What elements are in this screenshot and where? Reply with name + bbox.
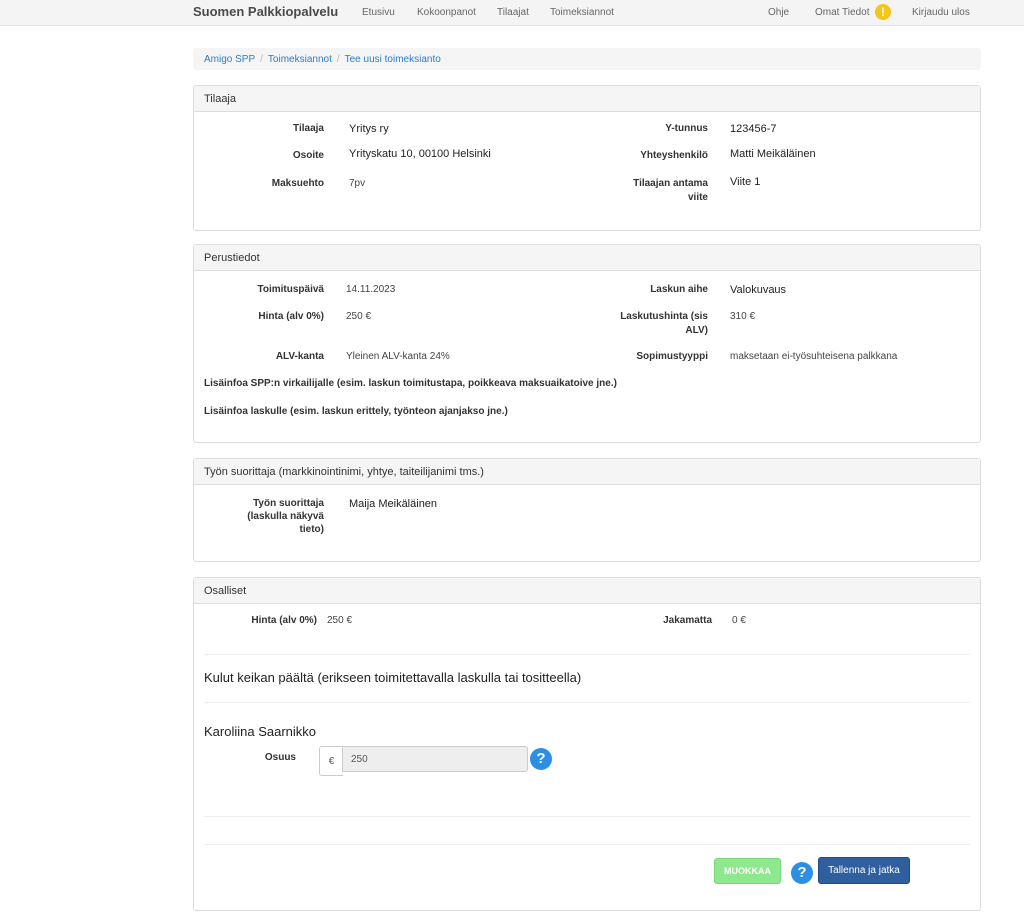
suorittaja-label-2: (laskulla näkyvä [247,511,324,522]
alv-kanta-value: Yleinen ALV-kanta 24% [346,351,450,362]
nav-etusivu[interactable]: Etusivu [362,7,395,18]
hinta-label: Hinta (alv 0%) [258,311,324,322]
save-continue-button[interactable]: Tallenna ja jatka [818,857,910,884]
lisainfo-lasku-label: Lisäinfoa laskulle (esim. laskun erittel… [204,406,508,417]
breadcrumb-home[interactable]: Amigo SPP [204,54,255,65]
perustiedot-panel: Perustiedot Toimituspäivä 14.11.2023 Las… [193,244,981,443]
nav-logout[interactable]: Kirjaudu ulos [912,7,970,18]
nav-toimeksiannot[interactable]: Toimeksiannot [550,7,614,18]
suorittaja-label-1: Työn suorittaja [253,498,324,509]
help-icon[interactable]: ? [530,748,552,770]
laskutushinta-label-1: Laskutushinta (sis [620,311,708,322]
nav-ohje[interactable]: Ohje [768,7,789,18]
maksuehto-label: Maksuehto [271,178,324,189]
kulut-title: Kulut keikan päältä (erikseen toimitetta… [204,670,582,685]
laskutushinta-value: 310 € [730,311,756,322]
jakamatta-label: Jakamatta [663,615,712,626]
hinta-value: 250 € [346,311,372,322]
yhteyshenkilo-value: Matti Meikäläinen [730,148,816,160]
tilaaja-label: Tilaaja [293,123,324,134]
breadcrumb-separator: / [336,54,340,65]
toimituspaiva-value: 14.11.2023 [346,284,396,295]
sopimustyyppi-label: Sopimustyyppi [636,351,708,362]
viite-label-2: viite [687,192,708,203]
ytunnus-label: Y-tunnus [665,123,708,134]
suorittaja-label-3: tieto) [299,524,324,535]
osalliset-panel: Osalliset Hinta (alv 0%) 250 € Jakamatta… [193,577,981,911]
osuus-input[interactable]: 250 [342,746,528,772]
divider [204,702,970,703]
laskutushinta-label-2: ALV) [685,325,708,336]
osalliset-hinta-label: Hinta (alv 0%) [251,615,317,626]
top-navbar: Suomen Palkkiopalvelu Etusivu Kokoonpano… [0,0,1024,26]
divider [204,816,970,817]
toimituspaiva-label: Toimituspäivä [257,284,325,295]
laskun-aihe-label: Laskun aihe [650,284,708,295]
breadcrumb-toimeksiannot[interactable]: Toimeksiannot [268,54,332,65]
jakamatta-value: 0 € [732,615,746,626]
divider [204,844,970,845]
osalliset-heading: Osalliset [194,578,980,604]
muokkaa-button[interactable]: MUOKKAA [714,858,781,884]
tilaaja-heading: Tilaaja [194,86,980,112]
yhteyshenkilo-label: Yhteyshenkilö [640,150,708,161]
nav-kokoonpanot[interactable]: Kokoonpanot [417,7,476,18]
laskun-aihe-value: Valokuvaus [730,284,787,296]
nav-omat-tiedot[interactable]: Omat Tiedot [815,7,869,18]
participant-name: Karoliina Saarnikko [204,724,317,739]
tilaaja-value: Yritys ry [349,123,389,135]
sopimustyyppi-value: maksetaan ei-työsuhteisena palkkana [730,351,898,362]
viite-value: Viite 1 [730,176,761,188]
perustiedot-heading: Perustiedot [194,245,980,271]
osuus-label: Osuus [264,752,296,763]
divider [204,654,970,655]
tilaaja-panel: Tilaaja Tilaaja Yritys ry Y-tunnus 12345… [193,85,981,231]
osalliset-hinta-value: 250 € [327,615,353,626]
suorittaja-panel: Työn suorittaja (markkinointinimi, yhtye… [193,458,981,562]
brand-logo[interactable]: Suomen Palkkiopalvelu [193,4,338,19]
help-icon[interactable]: ? [791,862,813,884]
ytunnus-value: 123456-7 [730,123,777,135]
osoite-value: Yrityskatu 10, 00100 Helsinki [349,148,491,160]
warning-icon[interactable]: ! [875,4,891,20]
osoite-label: Osoite [292,150,324,161]
currency-addon: € [319,746,343,776]
lisainfo-spp-label: Lisäinfoa SPP:n virkailijalle (esim. las… [204,378,617,389]
nav-tilaajat[interactable]: Tilaajat [497,7,529,18]
breadcrumb-separator: / [260,54,263,65]
alv-kanta-label: ALV-kanta [275,351,324,362]
maksuehto-value: 7pv [349,178,366,189]
suorittaja-value: Maija Meikäläinen [349,498,438,510]
breadcrumb-current[interactable]: Tee uusi toimeksianto [345,54,441,65]
breadcrumb: Amigo SPP / Toimeksiannot / Tee uusi toimeks… [193,48,981,70]
viite-label-1: Tilaajan antama [633,178,708,189]
suorittaja-heading: Työn suorittaja (markkinointinimi, yhtye… [194,459,980,485]
